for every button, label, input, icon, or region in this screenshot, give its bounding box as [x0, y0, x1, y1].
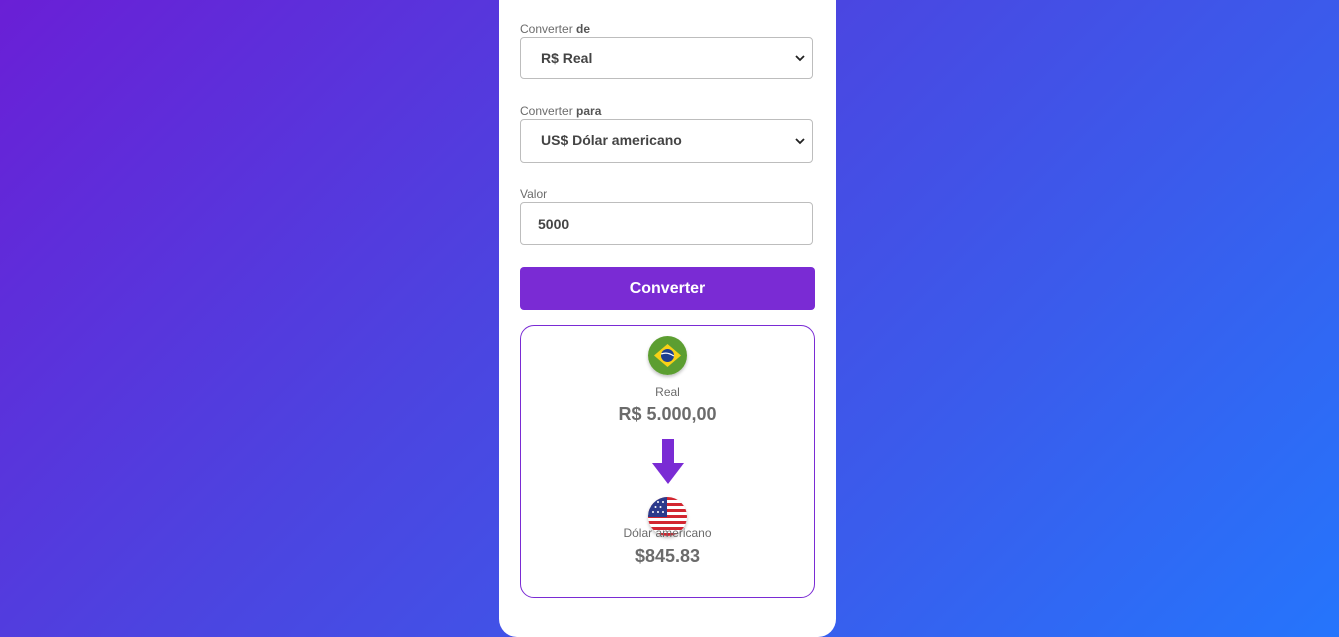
- amount-label: Valor: [520, 187, 547, 201]
- from-currency-value: R$ Real: [541, 50, 593, 66]
- from-currency-name: Real: [655, 385, 680, 399]
- to-label-prefix: Converter: [520, 104, 573, 118]
- from-label: Converter de: [520, 22, 590, 36]
- from-currency-select[interactable]: R$ Real: [520, 37, 813, 79]
- convert-button[interactable]: Converter: [520, 267, 815, 310]
- from-currency-amount: R$ 5.000,00: [618, 404, 717, 424]
- amount-input[interactable]: 5000: [520, 202, 813, 245]
- amount-value: 5000: [538, 216, 570, 232]
- to-currency-value: US$ Dólar americano: [541, 132, 682, 148]
- from-label-prefix: Converter: [520, 22, 573, 36]
- chevron-down-icon: [795, 138, 805, 145]
- to-currency-amount: $845.83: [634, 546, 701, 566]
- result-panel: Real R$ 5.000,00 Dólar americano $845.83: [520, 325, 815, 598]
- to-label: Converter para: [520, 104, 601, 118]
- to-currency-name: Dólar americano: [623, 526, 712, 540]
- amount-label-text: Valor: [520, 187, 548, 201]
- arrow-down-icon: [652, 439, 684, 484]
- from-label-bold: de: [576, 22, 591, 36]
- brazil-flag-icon: [648, 336, 687, 375]
- to-label-bold: para: [576, 104, 602, 118]
- converter-card: Converter de R$ Real Converter para US$ …: [499, 0, 836, 637]
- chevron-down-icon: [795, 55, 805, 62]
- to-currency-select[interactable]: US$ Dólar americano: [520, 119, 813, 163]
